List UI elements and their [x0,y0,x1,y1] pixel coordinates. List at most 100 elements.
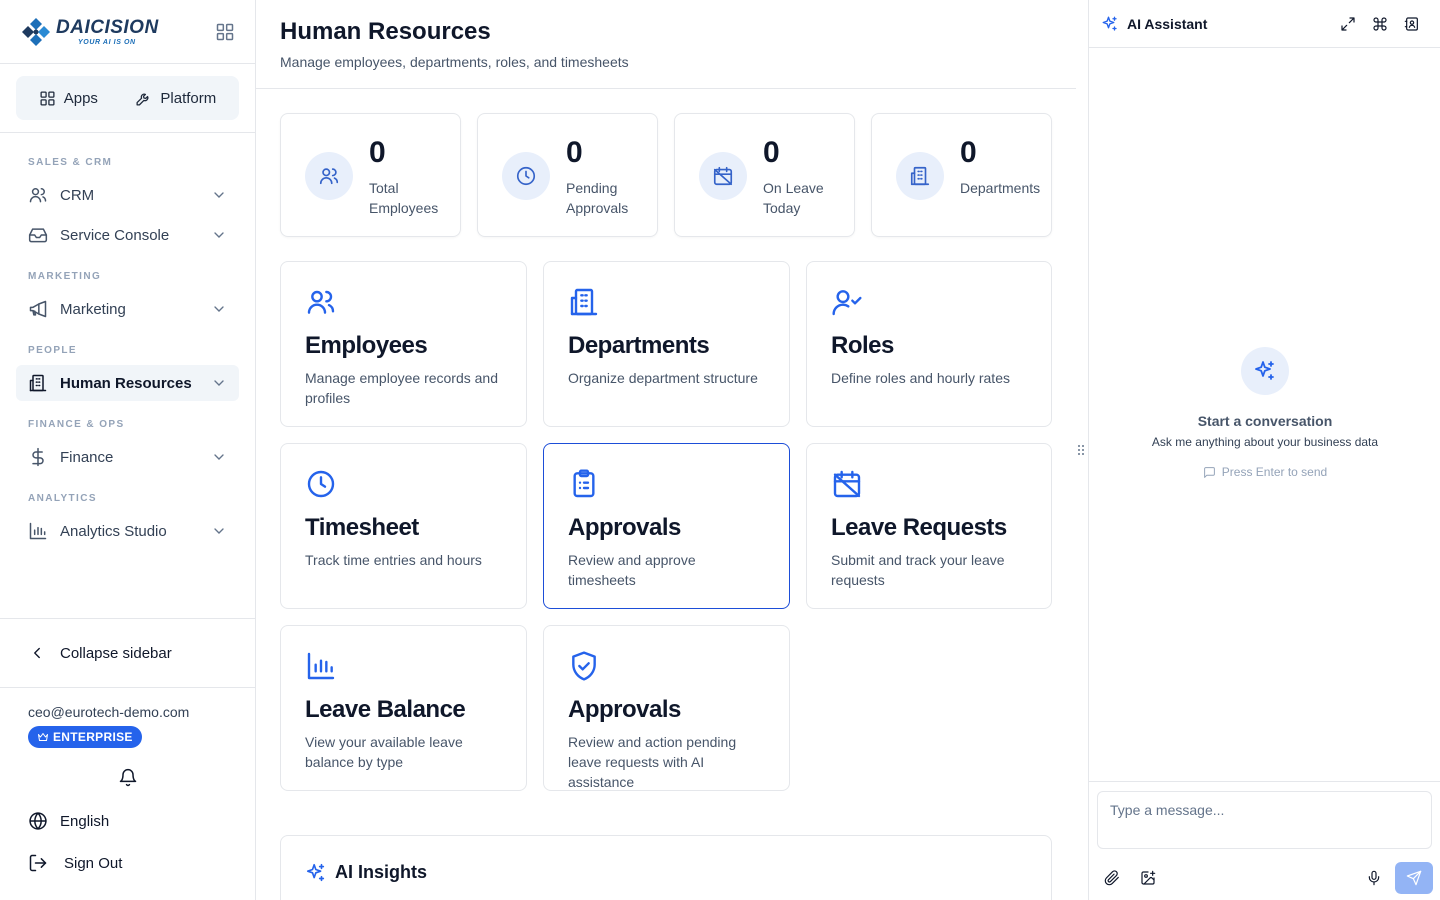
user-email: ceo@eurotech-demo.com [28,704,190,720]
stats-row: 0 Total Employees 0 Pending Approvals 0 … [280,113,1052,237]
language-selector[interactable]: English [28,811,109,831]
building-icon [29,374,47,392]
stat-icon-wrap [699,152,747,200]
sign-out-label: Sign Out [64,854,123,872]
module-card-leave-approvals[interactable]: Approvals Review and action pending leav… [543,625,790,791]
module-card-leave-requests[interactable]: Leave Requests Submit and track your lea… [806,443,1052,609]
module-card-roles[interactable]: Roles Define roles and hourly rates [806,261,1052,427]
expand-button[interactable] [1332,8,1364,40]
module-card-employees[interactable]: Employees Manage employee records and pr… [280,261,527,427]
apps-button[interactable]: Apps [27,84,110,113]
plan-badge: ENTERPRISE [28,726,142,748]
module-title: Leave Balance [305,696,466,723]
sidebar-item-analytics-studio[interactable]: Analytics Studio [16,513,239,549]
module-card-leave-balance[interactable]: Leave Balance View your available leave … [280,625,527,791]
module-card-timesheet-approvals[interactable]: Approvals Review and approve timesheets [543,443,790,609]
contact-book-icon [1404,16,1418,31]
sidebar-nav: SALES & CRM CRM Service Console MARKETIN… [0,133,255,549]
platform-button[interactable]: Platform [123,84,228,113]
command-button[interactable] [1364,8,1396,40]
logo-mark-icon [22,17,50,46]
chevron-down-icon [214,192,224,198]
chevron-down-icon [214,528,224,534]
module-description: Review and action pending leave requests… [568,734,737,790]
module-title: Leave Requests [831,514,1007,541]
users-icon [307,290,335,314]
grip-vertical-icon [1078,445,1084,455]
ai-composer [1089,781,1440,900]
contacts-button[interactable] [1396,8,1428,40]
collapse-sidebar-button[interactable]: Collapse sidebar [0,618,255,688]
sidebar-item-human-resources[interactable]: Human Resources [16,365,239,401]
ai-empty-state: Start a conversation Ask me anything abo… [1089,347,1440,479]
bell-icon [119,768,137,787]
clipboard-list-icon [573,469,595,498]
sidebar-item-label: CRM [60,186,95,204]
sidebar-item-marketing[interactable]: Marketing [16,291,239,327]
sign-out-button[interactable]: Sign Out [28,853,122,873]
module-card-timesheet[interactable]: Timesheet Track time entries and hours [280,443,527,609]
nav-section-title: SALES & CRM [28,157,113,168]
sidebar-item-finance[interactable]: Finance [16,439,239,475]
stat-icon-wrap [502,152,550,200]
sidebar-item-service-console[interactable]: Service Console [16,217,239,253]
stat-card-pending-approvals: 0 Pending Approvals [477,113,658,237]
module-description: Organize department structure [568,370,758,386]
message-input[interactable] [1097,791,1432,849]
module-title: Roles [831,332,894,359]
nav-section-title: MARKETING [28,271,102,282]
sidebar-item-label: Marketing [60,300,126,318]
module-description: Track time entries and hours [305,552,482,568]
calendar-off-icon [833,470,861,498]
sidebar-item-crm[interactable]: CRM [16,177,239,213]
sidebar-item-label: Service Console [60,226,170,244]
image-plus-icon [1141,870,1156,885]
ai-insights-title: AI Insights [335,862,428,882]
attach-file-button[interactable] [1097,863,1127,893]
chevron-down-icon [214,454,224,460]
log-out-icon [29,854,47,872]
ai-empty-subtitle: Ask me anything about your business data [1151,435,1379,449]
module-card-departments[interactable]: Departments Organize department structur… [543,261,790,427]
module-description: Manage employee records and profiles [305,370,499,406]
module-description: View your available leave balance by typ… [305,734,463,770]
attach-image-button[interactable] [1133,863,1163,893]
inbox-icon [28,228,48,243]
chevron-down-icon [214,380,224,386]
module-description: Review and approve timesheets [568,552,696,588]
module-title: Approvals [568,696,681,723]
user-info: ceo@eurotech-demo.com ENTERPRISE [28,704,238,748]
brand-logo[interactable]: DAICISION YOUR AI IS ON [20,16,159,48]
grid-icon [216,23,234,40]
calendar-off-icon [713,166,733,186]
chevron-down-icon [214,232,224,238]
ai-panel-title: AI Assistant [1127,15,1208,32]
language-label: English [60,812,110,830]
microphone-icon [1368,870,1380,886]
building-icon [910,166,930,186]
notifications-button[interactable] [118,768,138,788]
module-title: Approvals [568,514,681,541]
send-icon [1406,870,1422,886]
ai-empty-icon-wrap [1241,347,1289,395]
stat-value: 0 [763,136,780,169]
sparkles-icon [1102,16,1117,31]
app-grid-button[interactable] [215,22,235,42]
globe-icon [29,812,47,830]
module-description: Define roles and hourly rates [831,370,1010,386]
stat-card-departments: 0 Departments [871,113,1052,237]
panel-resize-handle[interactable] [1076,443,1086,457]
module-title: Timesheet [305,514,419,541]
send-button[interactable] [1395,862,1433,894]
logo-row: DAICISION YOUR AI IS ON [0,0,255,64]
stat-label: On Leave Today [763,180,824,216]
bar-chart-icon [307,652,335,680]
voice-input-button[interactable] [1359,863,1389,893]
nav-section-title: PEOPLE [28,345,77,356]
plan-badge-label: ENTERPRISE [53,730,133,744]
paperclip-icon [1104,870,1119,886]
user-check-icon [832,290,862,316]
module-grid: Employees Manage employee records and pr… [280,261,1052,791]
module-title: Departments [568,332,710,359]
stat-label: Total Employees [369,180,439,216]
